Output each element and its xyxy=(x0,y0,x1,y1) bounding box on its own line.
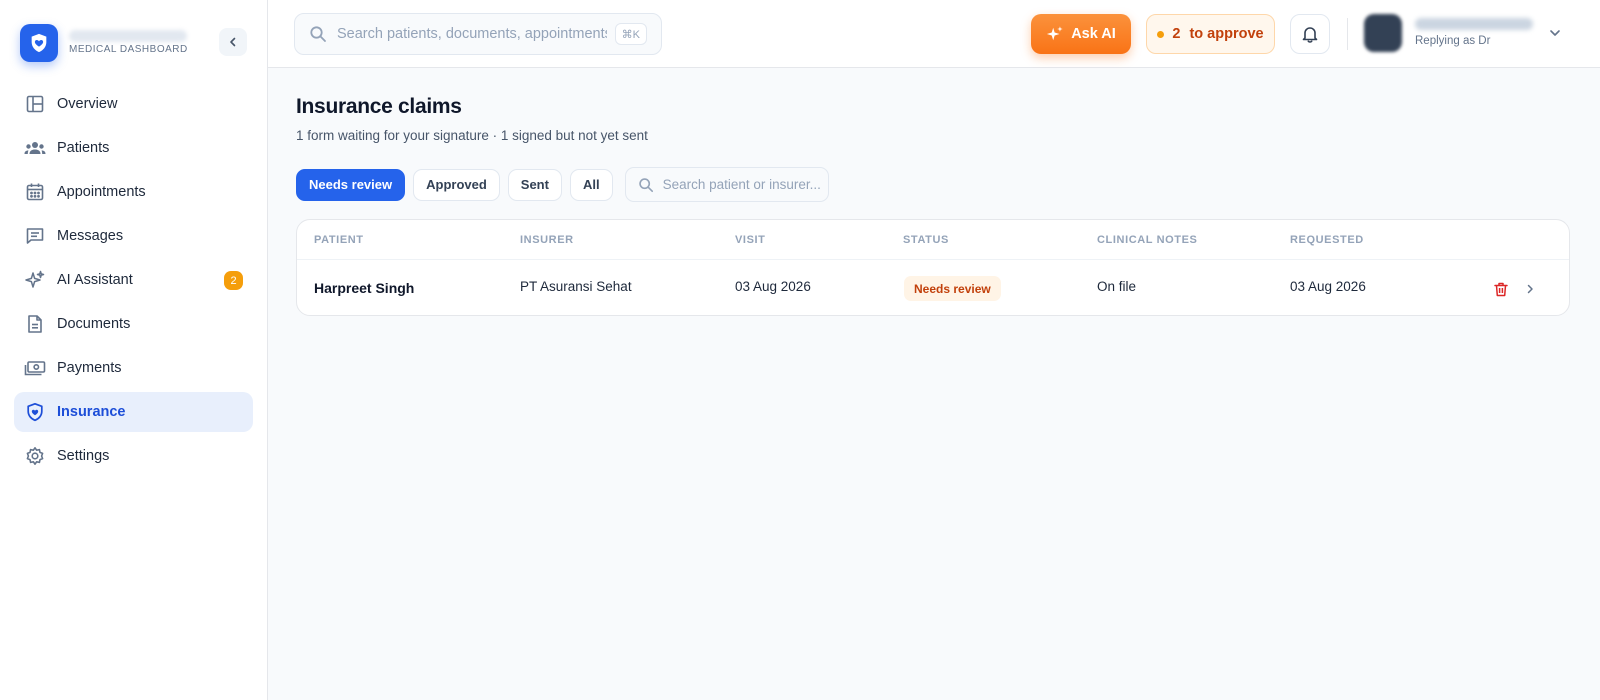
sidebar-nav: Overview Patients Appointments Messages … xyxy=(14,84,253,480)
sidebar-item-label: Appointments xyxy=(57,184,146,200)
sidebar-item-messages[interactable]: Messages xyxy=(14,216,253,256)
status-dot-icon xyxy=(1157,30,1165,38)
sidebar-item-label: Insurance xyxy=(57,404,126,420)
open-claim-button[interactable] xyxy=(1519,278,1541,300)
heart-shield-logo-icon xyxy=(20,24,58,62)
sidebar-item-ai-assistant[interactable]: AI Assistant 2 xyxy=(14,260,253,300)
filter-tab-sent[interactable]: Sent xyxy=(507,168,562,201)
sidebar-item-label: Settings xyxy=(57,448,110,464)
sidebar-item-documents[interactable]: Documents xyxy=(14,304,253,344)
table-row[interactable]: Harpreet Singh PT Asuransi Sehat 03 Aug … xyxy=(297,260,1569,316)
message-icon xyxy=(24,225,46,247)
trash-icon xyxy=(1494,282,1508,296)
filter-tab-approved[interactable]: Approved xyxy=(413,168,500,201)
sparkles-icon xyxy=(1047,26,1063,41)
notifications-button[interactable] xyxy=(1290,14,1330,54)
sidebar-item-label: Payments xyxy=(57,360,122,376)
sidebar-item-label: AI Assistant xyxy=(57,272,133,288)
sidebar-item-overview[interactable]: Overview xyxy=(14,84,253,124)
to-approve-button[interactable]: 2 to approve xyxy=(1146,14,1275,54)
sidebar-item-label: Messages xyxy=(57,228,124,244)
global-search[interactable]: ⌘K xyxy=(294,13,662,55)
claims-table: PATIENT INSURER VISIT STATUS CLINICAL NO… xyxy=(296,219,1570,316)
shield-heart-icon xyxy=(24,401,46,423)
calendar-icon xyxy=(24,181,46,203)
filter-tab-needs-review[interactable]: Needs review xyxy=(296,168,406,201)
ask-ai-button[interactable]: Ask AI xyxy=(1031,14,1131,54)
claims-search-input[interactable] xyxy=(662,177,823,192)
chevron-down-icon xyxy=(1550,30,1560,36)
sidebar-item-insurance[interactable]: Insurance xyxy=(14,392,253,432)
approve-count: 2 xyxy=(1172,26,1181,42)
cell-visit: 03 Aug 2026 xyxy=(735,279,811,294)
filter-tab-all[interactable]: All xyxy=(569,168,613,201)
sidebar-item-label: Overview xyxy=(57,96,118,112)
brand: MEDICAL DASHBOARD xyxy=(20,24,248,62)
user-role: Replying as Dr xyxy=(1415,35,1491,47)
gear-icon xyxy=(24,445,46,467)
cell-patient: Harpreet Singh xyxy=(314,280,415,296)
column-header-status: STATUS xyxy=(903,234,949,246)
approve-label: to approve xyxy=(1189,26,1264,42)
header-divider xyxy=(1347,18,1348,50)
ask-ai-label: Ask AI xyxy=(1071,26,1116,42)
avatar xyxy=(1364,14,1402,52)
main-content: Insurance claims 1 form waiting for your… xyxy=(268,68,1600,700)
bell-icon xyxy=(1302,27,1318,43)
sidebar: MEDICAL DASHBOARD Overview Patients Appo… xyxy=(0,0,268,700)
top-bar: ⌘K Ask AI 2 to approve Replying as Dr xyxy=(268,0,1600,68)
search-icon xyxy=(638,177,653,192)
cell-requested: 03 Aug 2026 xyxy=(1290,279,1366,294)
sidebar-item-patients[interactable]: Patients xyxy=(14,128,253,168)
column-header-requested: REQUESTED xyxy=(1290,234,1364,246)
delete-claim-button[interactable] xyxy=(1490,278,1512,300)
sparkles-icon xyxy=(24,269,46,291)
brand-subtitle: MEDICAL DASHBOARD xyxy=(69,44,188,55)
chevron-left-icon xyxy=(230,37,236,47)
status-badge: Needs review xyxy=(904,276,1001,301)
brand-name-redacted xyxy=(69,30,187,42)
ai-assistant-badge: 2 xyxy=(224,271,243,290)
chevron-right-icon xyxy=(1527,284,1533,294)
table-header: PATIENT INSURER VISIT STATUS CLINICAL NO… xyxy=(297,220,1569,260)
collapse-sidebar-button[interactable] xyxy=(219,28,247,56)
cell-insurer: PT Asuransi Sehat xyxy=(520,279,632,294)
sidebar-item-appointments[interactable]: Appointments xyxy=(14,172,253,212)
search-shortcut-hint: ⌘K xyxy=(614,23,647,45)
cash-icon xyxy=(24,357,46,379)
document-icon xyxy=(24,313,46,335)
column-header-clinical-notes: CLINICAL NOTES xyxy=(1097,234,1198,246)
sidebar-item-label: Patients xyxy=(57,140,110,156)
claims-search[interactable] xyxy=(624,167,829,202)
cell-clinical-notes: On file xyxy=(1097,279,1137,294)
global-search-input[interactable] xyxy=(337,26,607,42)
sidebar-item-settings[interactable]: Settings xyxy=(14,436,253,476)
layout-icon xyxy=(24,93,46,115)
page-subtitle: 1 form waiting for your signature · 1 si… xyxy=(296,128,648,143)
user-name-redacted xyxy=(1415,18,1533,30)
filter-bar: Needs review Approved Sent All xyxy=(296,167,829,202)
page-title: Insurance claims xyxy=(296,95,462,118)
column-header-patient: PATIENT xyxy=(314,234,364,246)
column-header-insurer: INSURER xyxy=(520,234,574,246)
users-icon xyxy=(24,137,46,159)
user-menu[interactable]: Replying as Dr xyxy=(1364,14,1570,54)
sidebar-item-label: Documents xyxy=(57,316,131,332)
search-icon xyxy=(310,26,326,42)
column-header-visit: VISIT xyxy=(735,234,766,246)
sidebar-item-payments[interactable]: Payments xyxy=(14,348,253,388)
